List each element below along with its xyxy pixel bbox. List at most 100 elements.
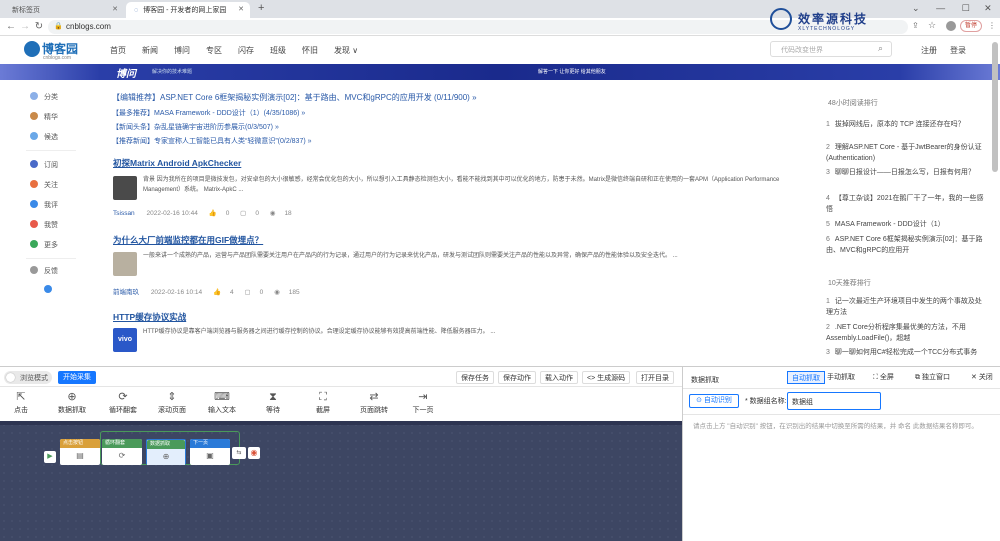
tab-search-icon[interactable]: ⌄ — [912, 3, 920, 13]
cnblogs-logo-icon[interactable] — [24, 41, 40, 57]
paused-badge[interactable]: 暂停 — [960, 20, 983, 32]
login-link[interactable]: 登录 — [950, 45, 966, 56]
menu-dots-icon[interactable]: ⋮ — [988, 21, 996, 30]
flow-canvas[interactable]: ▶ 点击按钮 ▤ 循环翻套 ⟳ 数据抓取 ⊕ 下一页 ▣ ⇆ ◉ — [0, 421, 682, 541]
post-avatar[interactable]: vivo — [113, 328, 137, 352]
tab-manual-capture[interactable]: 手动抓取 — [823, 371, 859, 384]
generate-source-button[interactable]: <> 生成源码 — [582, 371, 631, 384]
nav-zone[interactable]: 专区 — [206, 45, 222, 56]
tool-scroll[interactable]: ⇕ 滚动页面 — [147, 391, 197, 415]
reload-icon[interactable]: ↻ — [34, 21, 44, 32]
rank-item[interactable]: 1 拔掉网线后，原本的 TCP 连接还存在吗？ — [826, 119, 984, 130]
window-close-icon[interactable]: ✕ — [984, 3, 992, 13]
like-icon[interactable]: 👍 — [213, 289, 221, 296]
tool-input-text[interactable]: ⌨ 输入文本 — [197, 391, 247, 415]
start-node-icon[interactable]: ▶ — [44, 451, 56, 463]
flow-node-loop[interactable]: 循环翻套 ⟳ — [102, 439, 142, 465]
recommend-link-news2[interactable]: 【推荐新闻】专家宣称人工智能已具有人类“轻微意识”(0/2/837) » — [112, 136, 312, 146]
close-label: 关闭 — [978, 374, 993, 381]
post-author[interactable]: 前端南玖 — [113, 289, 139, 296]
fullscreen-button[interactable]: ⛶ 全屏 — [869, 371, 898, 384]
maximize-icon[interactable]: ☐ — [962, 3, 970, 13]
browser-tab-newtab[interactable]: 新标签页 ✕ — [4, 2, 124, 18]
post-avatar[interactable] — [113, 176, 137, 200]
tool-page-jump[interactable]: ⇄ 页面跳转 — [349, 391, 399, 415]
rank-item[interactable]: 4 【尊工杂谈】2021在鹅厂干了一年，我的一些感悟 — [826, 193, 984, 215]
post-title[interactable]: 初探Matrix Android ApkChecker — [113, 157, 241, 169]
tool-next-page[interactable]: ⇥ 下一页 — [398, 391, 448, 415]
tool-loop[interactable]: ⟳ 循环翻套 — [98, 391, 148, 415]
site-search-input[interactable]: 代码改变世界 ⌕ — [770, 41, 892, 57]
ad-banner[interactable]: 博问 解决你的技术难题 解答一下 让你更好 给其他朋友 — [0, 64, 1000, 80]
sidebar-item-essence[interactable]: 精华 — [30, 112, 58, 124]
bookmark-star-icon[interactable]: ☆ — [928, 20, 936, 31]
nav-discover[interactable]: 发现 ∨ — [334, 45, 358, 56]
rank-item[interactable]: 1 记一次最近生产环境项目中发生的两个事故及处理方法 — [826, 296, 984, 318]
auto-detect-button[interactable]: ⊙ 自动识别 — [689, 394, 739, 408]
sidebar-item-follow[interactable]: 关注 — [30, 180, 58, 192]
minimize-icon[interactable]: — — [936, 3, 945, 13]
close-icon[interactable]: ✕ — [238, 5, 244, 13]
sidebar-item-more[interactable]: 更多 — [30, 240, 58, 252]
browse-mode-toggle[interactable]: 浏览模式 — [4, 371, 52, 384]
rank-item[interactable]: 6 ASP.NET Core 6框架揭秘实例演示[02]：基于路由、MVC和gRP… — [826, 234, 984, 256]
sidebar-item-bulb[interactable] — [44, 285, 58, 297]
save-action-button[interactable]: 保存动作 — [498, 371, 536, 384]
sidebar-item-candidate[interactable]: 候选 — [30, 132, 58, 144]
register-link[interactable]: 注册 — [921, 45, 937, 56]
start-collect-button[interactable]: 开始采集 — [58, 371, 96, 384]
recommend-link-most[interactable]: 【最多推荐】MASA Framework - DDD设计（1）(4/35/108… — [112, 108, 305, 118]
sidebar-item-category[interactable]: 分类 — [30, 92, 58, 104]
close-panel-button[interactable]: ✕ 关闭 — [967, 371, 997, 384]
sidebar-item-subscribe[interactable]: 订阅 — [30, 160, 58, 172]
tool-label: 下一页 — [412, 407, 434, 414]
nav-ing[interactable]: 闪存 — [238, 45, 254, 56]
tool-wait[interactable]: ⧗ 等待 — [248, 391, 298, 415]
share-icon[interactable]: ⇪ — [912, 21, 919, 30]
like-icon[interactable]: 👍 — [209, 210, 217, 217]
rank-item[interactable]: 2 理解ASP.NET Core - 基于JwtBearer的身份认证(Authe… — [826, 142, 984, 164]
dataset-name-input[interactable]: 数据组 — [787, 392, 881, 410]
flow-node-click[interactable]: 点击按钮 ▤ — [60, 439, 100, 465]
rank-title: 记一次最近生产环境项目中发生的两个事故及处理方法 — [826, 298, 982, 316]
tool-screenshot[interactable]: ⛶ 截屏 — [298, 391, 348, 415]
close-icon[interactable]: ✕ — [112, 5, 118, 13]
avatar[interactable] — [946, 21, 956, 31]
search-icon[interactable]: ⌕ — [878, 43, 883, 54]
nav-home[interactable]: 首页 — [110, 45, 126, 56]
rank-item[interactable]: 3 聊一聊如何用C#轻松完成一个TCC分布式事务 — [826, 347, 984, 358]
tab-auto-capture[interactable]: 自动抓取 — [787, 371, 825, 384]
back-icon[interactable]: ← — [6, 21, 16, 32]
load-action-button[interactable]: 载入动作 — [540, 371, 578, 384]
browser-tab-cnblogs[interactable]: ◌ 博客园 - 开发者的网上家园 ✕ — [126, 2, 250, 18]
flow-node-next[interactable]: 下一页 ▣ — [190, 439, 230, 465]
nav-q[interactable]: 博问 — [174, 45, 190, 56]
comment-icon[interactable]: ▢ — [244, 289, 250, 296]
save-task-button[interactable]: 保存任务 — [456, 371, 494, 384]
post-title[interactable]: 为什么大厂前端监控都在用GIF做埋点？ — [113, 234, 263, 246]
page-scrollbar[interactable] — [992, 42, 998, 172]
recommend-link-editor[interactable]: 【编辑推荐】ASP.NET Core 6框架揭秘实例演示[02]：基于路由、MV… — [112, 92, 477, 103]
rank-item[interactable]: 5 MASA Framework - DDD设计（1） — [826, 219, 984, 230]
independent-window-button[interactable]: ⧉ 独立窗口 — [911, 371, 954, 384]
rank-item[interactable]: 3 聊聊日报设计——日报怎么写，日报有何用？ — [826, 167, 984, 178]
rank-item[interactable]: 2 .NET Core分析程序集最优美的方法，不用Assembly.LoadFil… — [826, 322, 984, 344]
sidebar-item-mycomments[interactable]: 我评 — [30, 200, 58, 212]
tool-click[interactable]: ⇱ 点击 — [0, 391, 46, 415]
forward-icon[interactable]: → — [20, 21, 30, 32]
open-dir-button[interactable]: 打开目录 — [636, 371, 674, 384]
sidebar-item-mylikes[interactable]: 我赞 — [30, 220, 58, 232]
end-node-icon[interactable]: ◉ — [248, 447, 260, 459]
post-avatar[interactable] — [113, 252, 137, 276]
post-title[interactable]: HTTP缓存协议实战 — [113, 311, 186, 323]
new-tab-button[interactable]: + — [258, 2, 264, 14]
sidebar-item-feedback[interactable]: 反馈 — [30, 266, 58, 278]
comment-icon[interactable]: ▢ — [240, 210, 246, 217]
post-author[interactable]: Tsissan — [113, 210, 135, 217]
recommend-link-news[interactable]: 【新闻头条】杂乱星链确宇宙进阶历参展示(0/3/507) » — [112, 122, 279, 132]
nav-nostalgia[interactable]: 怀旧 — [302, 45, 318, 56]
nav-class[interactable]: 班级 — [270, 45, 286, 56]
tool-data-capture[interactable]: ⊕ 数据抓取 — [47, 391, 97, 415]
nav-news[interactable]: 新闻 — [142, 45, 158, 56]
flow-node-capture[interactable]: 数据抓取 ⊕ — [146, 439, 186, 465]
